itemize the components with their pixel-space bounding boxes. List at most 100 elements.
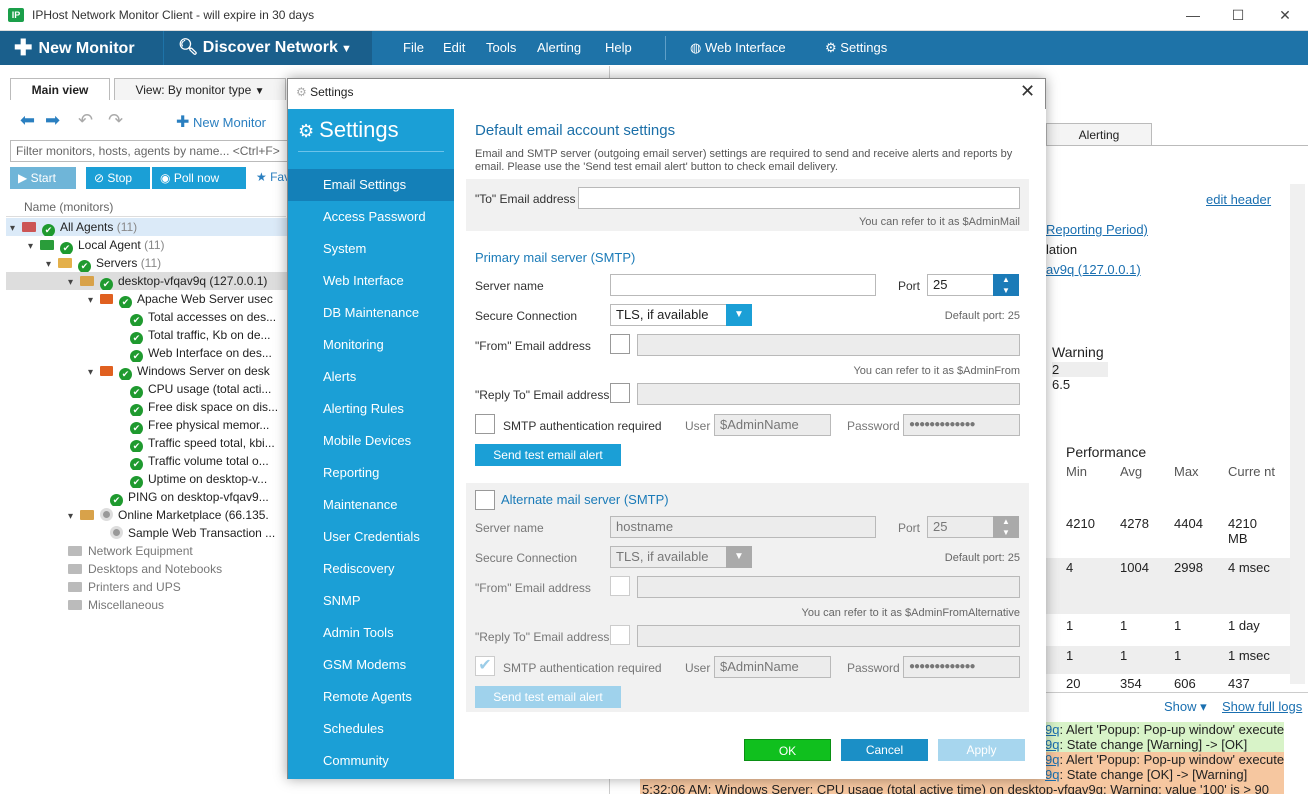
tree-row[interactable]: ✔ Total accesses on des...	[6, 308, 288, 326]
password-input[interactable]: ●●●●●●●●●●●●●	[903, 414, 1020, 436]
tab-view-by-type[interactable]: View: By monitor type ▼	[114, 78, 286, 100]
dialog-close-button[interactable]: ✕	[1020, 81, 1035, 102]
sidebar-item-remote-agents[interactable]: Remote Agents	[288, 681, 454, 713]
sidebar-item-access-password[interactable]: Access Password	[288, 201, 454, 233]
sidebar-item-alerting-rules[interactable]: Alerting Rules	[288, 393, 454, 425]
cancel-button[interactable]: Cancel	[841, 739, 928, 761]
settings-button[interactable]: ⚙ Settings	[825, 31, 887, 65]
back-icon[interactable]: ⬅	[20, 110, 35, 131]
sidebar-item-db-maintenance[interactable]: DB Maintenance	[288, 297, 454, 329]
send-test-email-button[interactable]: Send test email alert	[475, 444, 621, 466]
filter-input[interactable]: Filter monitors, hosts, agents by name..…	[10, 140, 288, 162]
tree-row[interactable]: ✔ PING on desktop-vfqav9...	[6, 488, 288, 506]
minimize-button[interactable]: —	[1178, 4, 1208, 26]
sidebar-item-alerts[interactable]: Alerts	[288, 361, 454, 393]
tab-alerting[interactable]: Alerting	[1046, 123, 1152, 145]
undo-icon[interactable]: ↶	[78, 110, 93, 131]
from-address-input[interactable]	[637, 334, 1020, 356]
forward-icon[interactable]: ➡	[45, 110, 60, 131]
tree-row[interactable]: Miscellaneous	[6, 596, 288, 614]
chevron-down-icon[interactable]: ▼	[726, 546, 752, 568]
poll-now-button[interactable]: ◉ Poll now	[152, 167, 246, 189]
tree-row[interactable]: ✔ Traffic volume total o...	[6, 452, 288, 470]
menu-tools[interactable]: Tools	[486, 31, 516, 65]
edit-header-link[interactable]: edit header	[1206, 192, 1271, 207]
redo-icon[interactable]: ↷	[108, 110, 123, 131]
tree-row[interactable]: ▾ ✔ desktop-vfqav9q (127.0.0.1)	[6, 272, 288, 290]
alternate-server-checkbox[interactable]	[475, 490, 495, 510]
sidebar-item-mobile-devices[interactable]: Mobile Devices	[288, 425, 454, 457]
start-button[interactable]: ▶ Start	[10, 167, 76, 189]
sidebar-item-admin-tools[interactable]: Admin Tools	[288, 617, 454, 649]
tree-row[interactable]: ✔ Free disk space on dis...	[6, 398, 288, 416]
port-spinner[interactable]: ▲ ▼	[993, 274, 1019, 296]
sidebar-item-snmp[interactable]: SNMP	[288, 585, 454, 617]
apply-button[interactable]: Apply	[938, 739, 1025, 761]
sidebar-item-maintenance[interactable]: Maintenance	[288, 489, 454, 521]
reporting-period-link[interactable]: Reporting Period)	[1046, 222, 1148, 237]
alt-server-name-input[interactable]: hostname	[610, 516, 876, 538]
tab-main-view[interactable]: Main view	[10, 78, 110, 100]
alt-send-test-email-button[interactable]: Send test email alert	[475, 686, 621, 708]
discover-network-button[interactable]: 🔍︎ Discover Network ▼	[164, 31, 372, 65]
chevron-down-icon[interactable]: ▼	[726, 304, 752, 326]
tree-row[interactable]: ▾ ✔ Servers (11)	[6, 254, 288, 272]
new-monitor-small-button[interactable]: ✚ New Monitor	[176, 112, 266, 132]
sidebar-item-gsm-modems[interactable]: GSM Modems	[288, 649, 454, 681]
server-name-input[interactable]	[610, 274, 876, 296]
alt-password-input[interactable]: ●●●●●●●●●●●●●	[903, 656, 1020, 678]
web-interface-button[interactable]: ◍ Web Interface	[690, 31, 786, 65]
tree-row[interactable]: ✔ Total traffic, Kb on de...	[6, 326, 288, 344]
sidebar-item-email-settings[interactable]: Email Settings	[288, 169, 454, 201]
alt-reply-to-checkbox[interactable]	[610, 625, 630, 645]
alt-reply-to-input[interactable]	[637, 625, 1020, 647]
sidebar-item-user-credentials[interactable]: User Credentials	[288, 521, 454, 553]
user-input[interactable]: $AdminName	[714, 414, 831, 436]
alt-user-input[interactable]: $AdminName	[714, 656, 831, 678]
host-link[interactable]: av9q (127.0.0.1)	[1046, 262, 1141, 277]
menu-edit[interactable]: Edit	[443, 31, 465, 65]
tree-row[interactable]: ✔ CPU usage (total acti...	[6, 380, 288, 398]
favorites-button[interactable]: ★ Fav	[256, 170, 290, 184]
tree-row[interactable]: ▾ ✔ Apache Web Server usec	[6, 290, 288, 308]
alt-from-address-input[interactable]	[637, 576, 1020, 598]
tree-row[interactable]: ✔ Web Interface on des...	[6, 344, 288, 362]
sidebar-item-community[interactable]: Community	[288, 745, 454, 777]
reply-to-input[interactable]	[637, 383, 1020, 405]
close-button[interactable]: ✕	[1270, 4, 1300, 26]
stop-button[interactable]: ⊘ Stop	[86, 167, 150, 189]
menu-alerting[interactable]: Alerting	[537, 31, 581, 65]
tree-row[interactable]: Printers and UPS	[6, 578, 288, 596]
tree-row[interactable]: ✔ Traffic speed total, kbi...	[6, 434, 288, 452]
sidebar-item-rediscovery[interactable]: Rediscovery	[288, 553, 454, 585]
show-full-logs-link[interactable]: Show full logs	[1222, 699, 1302, 714]
from-address-checkbox[interactable]	[610, 334, 630, 354]
tree-row[interactable]: Network Equipment	[6, 542, 288, 560]
menu-help[interactable]: Help	[605, 31, 632, 65]
sidebar-item-system[interactable]: System	[288, 233, 454, 265]
checkmark-icon[interactable]: ✔	[475, 656, 495, 676]
alt-port-spinner[interactable]: ▲ ▼	[993, 516, 1019, 538]
sidebar-item-schedules[interactable]: Schedules	[288, 713, 454, 745]
show-dropdown[interactable]: Show ▾	[1164, 699, 1207, 715]
tree-row[interactable]: ▾ ✔ Windows Server on desk	[6, 362, 288, 380]
maximize-button[interactable]: ☐	[1223, 4, 1253, 26]
sidebar-item-web-interface[interactable]: Web Interface	[288, 265, 454, 297]
reply-to-checkbox[interactable]	[610, 383, 630, 403]
tree-row[interactable]: Sample Web Transaction ...	[6, 524, 288, 542]
tree-row[interactable]: ✔ Free physical memor...	[6, 416, 288, 434]
ok-button[interactable]: OK	[744, 739, 831, 761]
tree-row[interactable]: ▾ ✔ Local Agent (11)	[6, 236, 288, 254]
tree-row[interactable]: ▾ Online Marketplace (66.135.	[6, 506, 288, 524]
column-header-name[interactable]: Name (monitors)	[6, 197, 286, 217]
to-address-input[interactable]	[578, 187, 1020, 209]
smtp-auth-checkbox[interactable]	[475, 414, 495, 434]
tree-row[interactable]: ✔ Uptime on desktop-v...	[6, 470, 288, 488]
alt-from-address-checkbox[interactable]	[610, 576, 630, 596]
sidebar-item-reporting[interactable]: Reporting	[288, 457, 454, 489]
tree-row[interactable]: ▾ ✔ All Agents (11)	[6, 218, 288, 236]
tree-row[interactable]: Desktops and Notebooks	[6, 560, 288, 578]
menu-file[interactable]: File	[403, 31, 424, 65]
scrollbar[interactable]	[1290, 184, 1305, 684]
new-monitor-button[interactable]: ✚ New Monitor	[0, 31, 163, 65]
